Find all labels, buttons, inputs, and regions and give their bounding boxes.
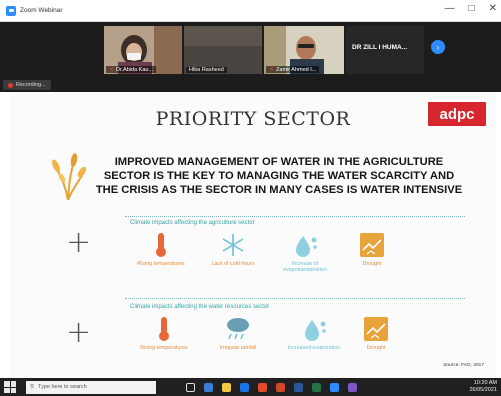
impact-label: Irregular rainfall <box>219 345 257 351</box>
clock-time: 10:20 AM <box>473 380 497 386</box>
section-divider <box>125 298 465 299</box>
clock-date: 26/05/2021 <box>469 387 497 393</box>
participant-tile[interactable]: DR ZILL I HUMA... <box>346 26 424 74</box>
slide-source: Source: FAO, 2017 <box>443 363 484 368</box>
next-participants-button[interactable]: › <box>431 40 445 54</box>
participant-name: DR ZILL I HUMA... <box>352 44 408 51</box>
system-tray-clock[interactable]: 10:20 AM 26/05/2021 <box>469 380 497 394</box>
drought-icon <box>364 317 388 341</box>
search-icon: ⚲ <box>30 384 35 390</box>
evaporation-icon <box>305 320 326 341</box>
taskbar-apps <box>186 382 357 392</box>
adpc-logo: adpc <box>428 102 486 126</box>
plus-icon: + <box>66 225 92 260</box>
plus-icon: + <box>66 315 92 350</box>
impact-item: Drought <box>356 316 396 351</box>
mic-muted-icon: ✕ <box>269 67 275 73</box>
excel-icon[interactable] <box>312 382 321 392</box>
participant-tile[interactable]: Hiba Rasheed <box>184 26 262 74</box>
chevron-right-icon: › <box>436 42 440 52</box>
headline-line: SECTOR IS THE KEY TO MANAGING THE WATER … <box>103 170 455 182</box>
impact-item: Drought <box>352 232 392 267</box>
impact-label: Drought <box>366 345 386 351</box>
store-icon[interactable] <box>240 382 249 392</box>
participant-tile[interactable]: ✕ Dr.Abida Kau... <box>104 26 182 74</box>
file-explorer-icon[interactable] <box>222 382 231 392</box>
participant-tile[interactable]: ✕ Zamir Ahmed I... <box>264 26 344 74</box>
taskbar-search-input[interactable]: ⚲ Type here to search <box>26 380 156 394</box>
chrome-icon[interactable] <box>258 382 267 392</box>
zoom-app-icon <box>6 5 16 16</box>
rain-cloud-icon <box>227 318 249 340</box>
impact-label: Increased evaporation <box>287 345 341 351</box>
impact-item: Irregular rainfall <box>210 316 266 351</box>
impact-item: Rising temperatures <box>130 232 192 267</box>
minimize-button[interactable]: — <box>445 3 455 14</box>
section-divider <box>125 216 465 217</box>
window-title: Zoom Webinar <box>20 7 63 14</box>
shared-slide: PRIORITY SECTOR adpc IMPROVED MANAGEMENT… <box>10 92 496 378</box>
recording-label: Recording... <box>16 82 46 88</box>
mic-muted-icon: ✕ <box>109 67 115 73</box>
impact-label: Rising temperatures <box>140 345 188 351</box>
drought-icon <box>360 233 384 257</box>
impact-label: Drought <box>362 261 382 267</box>
windows-start-button[interactable] <box>4 381 16 393</box>
participant-name: ✕ Zamir Ahmed I... <box>266 66 320 73</box>
section-heading: Climate impacts affecting the water reso… <box>130 304 270 310</box>
headline-line: THE CRISIS AS THE SECTOR IN MANY CASES I… <box>95 184 463 196</box>
word-icon[interactable] <box>294 382 303 392</box>
thermometer-icon <box>156 233 166 257</box>
impact-label-line: evapotranspiration <box>283 267 327 273</box>
teams-icon[interactable] <box>348 382 357 392</box>
task-view-icon[interactable] <box>186 382 195 392</box>
search-placeholder: Type here to search <box>38 384 87 390</box>
participant-name: Hiba Rasheed <box>186 67 227 73</box>
snowflake-icon <box>222 234 244 256</box>
powerpoint-icon[interactable] <box>276 382 285 392</box>
window-titlebar: Zoom Webinar — □ ✕ <box>0 0 501 22</box>
impact-item: Rising temperatures <box>132 316 196 351</box>
participant-strip: ✕ Dr.Abida Kau... Hiba Rasheed ✕ Zamir Ahm… <box>0 22 501 78</box>
slide-headline: IMPROVED MANAGEMENT OF WATER IN THE AGRI… <box>74 155 484 197</box>
impact-label: Lack of cold hours <box>211 261 255 267</box>
window-controls: — □ ✕ <box>445 3 497 14</box>
maximize-button[interactable]: □ <box>469 3 475 14</box>
close-button[interactable]: ✕ <box>489 3 497 14</box>
evaporation-icon <box>296 236 317 257</box>
recording-bar: Recording... <box>0 78 501 92</box>
recording-indicator[interactable]: Recording... <box>3 80 51 90</box>
impact-label: Rising temperatures <box>137 261 185 267</box>
taskbar: ⚲ Type here to search 10:20 AM 26/05/202… <box>0 378 501 396</box>
headline-line: IMPROVED MANAGEMENT OF WATER IN THE AGRI… <box>114 156 444 168</box>
impact-item: Increase of evapotranspiration <box>270 232 340 273</box>
impact-item: Increased evaporation <box>278 316 350 351</box>
thermometer-icon <box>159 317 169 341</box>
section-heading: Climate impacts affecting the agricultur… <box>130 220 255 226</box>
impact-item: Lack of cold hours <box>206 232 260 267</box>
slide-title: PRIORITY SECTOR <box>155 108 351 130</box>
participant-name: ✕ Dr.Abida Kau... <box>106 66 157 73</box>
edge-icon[interactable] <box>204 382 213 392</box>
record-dot-icon <box>8 82 13 88</box>
zoom-taskbar-icon[interactable] <box>330 382 339 392</box>
